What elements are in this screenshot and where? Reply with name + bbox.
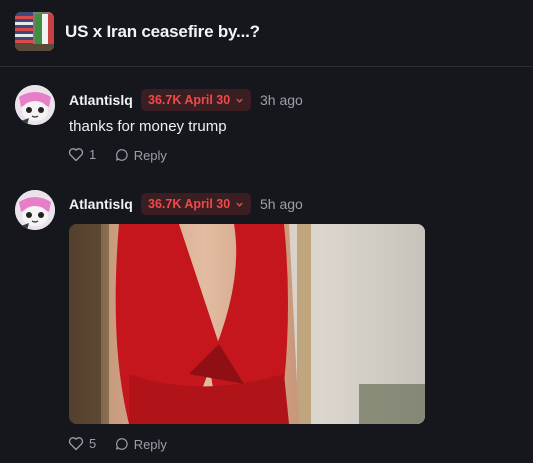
- speech-bubble-icon: [115, 438, 128, 450]
- speech-bubble-icon: [115, 149, 128, 161]
- reply-button[interactable]: Reply: [115, 148, 167, 163]
- avatar-image: [15, 85, 55, 125]
- heart-icon: [68, 437, 84, 451]
- reply-label: Reply: [133, 147, 167, 163]
- flags-image: [15, 12, 54, 51]
- comment-text: thanks for money trump: [69, 118, 227, 135]
- comment-username[interactable]: Atlantislq: [69, 92, 133, 108]
- market-thumbnail[interactable]: [15, 12, 54, 51]
- reply-button[interactable]: Reply: [115, 437, 167, 452]
- position-badge[interactable]: 36.7K April 30: [141, 89, 252, 112]
- comment-username[interactable]: Atlantislq: [69, 196, 133, 212]
- position-badge-label: 36.7K April 30: [148, 93, 231, 107]
- comment-attached-image[interactable]: [69, 224, 425, 424]
- user-avatar[interactable]: [15, 85, 55, 125]
- like-count: 1: [89, 147, 97, 162]
- position-badge[interactable]: 36.7K April 30: [141, 193, 252, 216]
- comment-actions: 1 Reply: [68, 147, 181, 165]
- reply-label: Reply: [133, 436, 167, 452]
- heart-icon: [68, 148, 84, 162]
- photo-image: [69, 224, 425, 424]
- comment-timestamp: 3h ago: [260, 92, 303, 108]
- avatar-image: [15, 190, 55, 230]
- chevron-down-icon: [235, 90, 244, 112]
- comment-timestamp: 5h ago: [260, 196, 303, 212]
- chevron-down-icon: [235, 194, 244, 216]
- comment-actions: 5 Reply: [68, 436, 181, 454]
- market-title[interactable]: US x Iran ceasefire by...?: [65, 22, 260, 42]
- like-button[interactable]: 5: [68, 436, 96, 451]
- market-header: US x Iran ceasefire by...?: [0, 0, 533, 67]
- user-avatar[interactable]: [15, 190, 55, 230]
- like-button[interactable]: 1: [68, 147, 96, 162]
- position-badge-label: 36.7K April 30: [148, 197, 231, 211]
- like-count: 5: [89, 436, 97, 451]
